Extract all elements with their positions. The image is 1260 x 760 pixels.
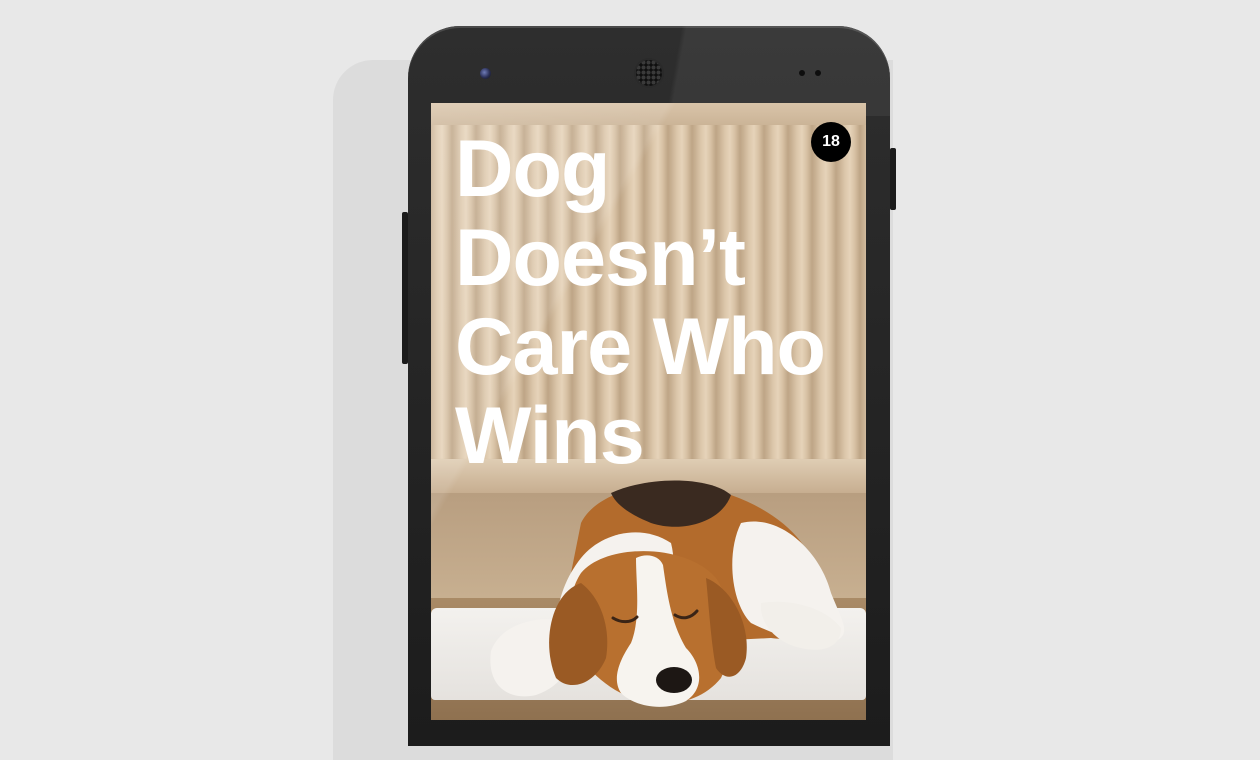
light-sensor: [815, 70, 821, 76]
proximity-sensor: [799, 70, 805, 76]
front-camera-icon: [480, 68, 491, 79]
article-headline[interactable]: Dog Doesn’t Care Who Wins: [455, 125, 855, 481]
power-button[interactable]: [890, 148, 896, 210]
speaker-grille-icon: [636, 60, 662, 86]
dog-nose: [656, 667, 692, 693]
phone-screen[interactable]: Dog Doesn’t Care Who Wins 18: [431, 103, 866, 720]
notification-count-badge[interactable]: 18: [811, 122, 851, 162]
